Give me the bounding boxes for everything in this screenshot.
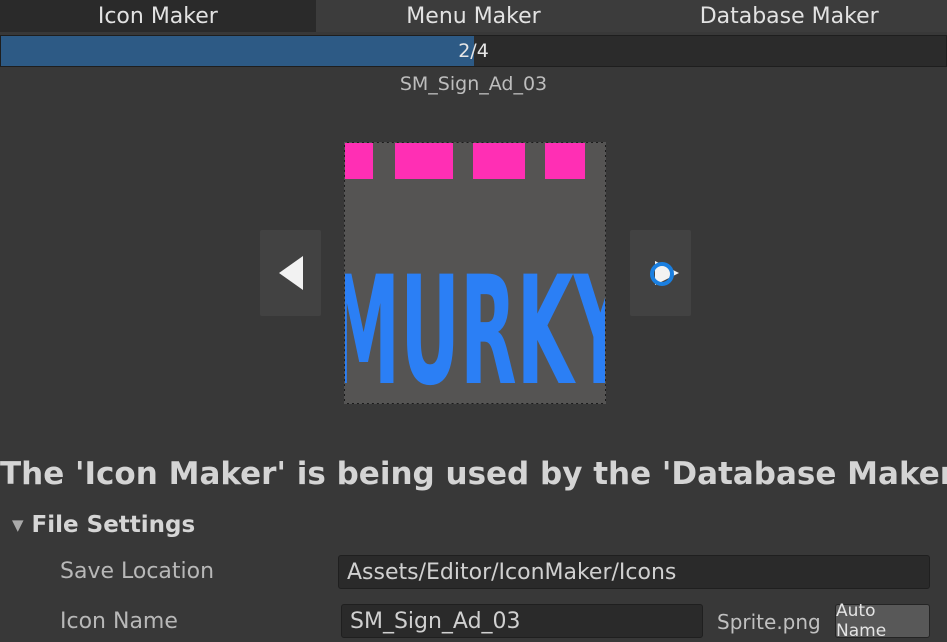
triangle-down-icon: ▼ xyxy=(12,516,24,534)
triangle-right-icon xyxy=(649,261,679,286)
progress-bar: 2/4 xyxy=(0,35,947,67)
progress-text: 2/4 xyxy=(458,40,489,62)
auto-name-button[interactable]: Auto Name xyxy=(835,601,930,641)
preview-image: MURKY xyxy=(345,143,606,404)
status-banner: The 'Icon Maker' is being used by the 'D… xyxy=(0,456,947,492)
tab-bar: Icon Maker Menu Maker Database Maker xyxy=(0,0,947,32)
next-button[interactable] xyxy=(630,230,691,316)
icon-name-label: Icon Name xyxy=(60,609,178,634)
file-suffix: Sprite.png xyxy=(717,610,821,634)
save-location-label: Save Location xyxy=(60,559,215,584)
icon-name-field[interactable]: SM_Sign_Ad_03 xyxy=(341,604,703,638)
triangle-left-icon xyxy=(278,256,303,290)
file-settings-foldout[interactable]: ▼ File Settings xyxy=(12,512,195,538)
icon-preview: MURKY xyxy=(344,142,606,404)
preview-sign-text: MURKY xyxy=(345,245,606,404)
save-location-field[interactable]: Assets/Editor/IconMaker/Icons xyxy=(338,555,930,589)
previous-button[interactable] xyxy=(260,230,321,316)
tab-database-maker[interactable]: Database Maker xyxy=(631,0,947,32)
file-settings-title: File Settings xyxy=(31,512,196,538)
tab-menu-maker[interactable]: Menu Maker xyxy=(315,0,632,32)
tab-icon-maker[interactable]: Icon Maker xyxy=(0,0,316,32)
asset-name: SM_Sign_Ad_03 xyxy=(399,73,548,95)
